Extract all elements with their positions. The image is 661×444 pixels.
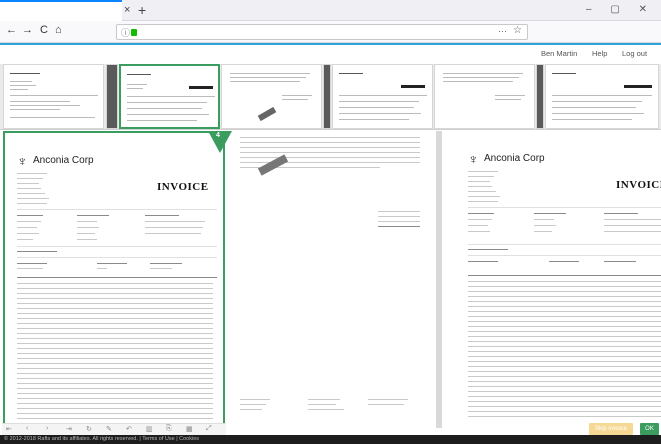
company-name: Anconia Corp <box>484 153 545 164</box>
page-gutter <box>436 131 442 428</box>
browser-nav-bar: ← → C ⌂ ⓘ ··· ☆ <box>0 21 661 43</box>
user-name[interactable]: Ben Martin <box>541 49 577 58</box>
close-tab-icon[interactable]: × <box>124 4 130 16</box>
skip-invoice-button[interactable]: Skip invoice <box>589 423 633 435</box>
invoice-page-continuation[interactable] <box>228 131 434 428</box>
edit-icon[interactable]: ✎ <box>106 425 112 433</box>
page-thumbnail[interactable] <box>332 64 433 129</box>
page-actions-icon[interactable]: ··· <box>498 26 507 36</box>
page-thumbnail[interactable] <box>545 64 659 129</box>
rotate-icon[interactable]: ↻ <box>86 425 92 433</box>
page-thumbnail-divider <box>323 64 331 129</box>
help-link[interactable]: Help <box>592 49 607 58</box>
page-number-badge <box>208 131 232 153</box>
expand-icon[interactable]: ⤢ <box>206 425 212 433</box>
copyright-text: © 2012-2018 Rafts and its affiliates. Al… <box>4 436 200 442</box>
home-icon[interactable]: ⌂ <box>55 24 62 36</box>
undo-icon[interactable]: ↶ <box>126 425 132 433</box>
forward-icon[interactable]: → <box>22 24 33 36</box>
last-page-icon[interactable]: ⇥ <box>66 425 72 433</box>
info-icon[interactable]: ⓘ <box>121 26 130 39</box>
prev-page-icon[interactable]: ‹ <box>26 425 28 432</box>
page-thumbnail[interactable] <box>3 64 104 129</box>
grid-icon[interactable]: ▦ <box>186 425 193 433</box>
page-number: 4 <box>216 132 220 139</box>
window-controls[interactable]: – ▢ ✕ <box>586 4 655 15</box>
url-bar[interactable]: ⓘ ··· ☆ <box>116 24 528 40</box>
first-page-icon[interactable]: ⇤ <box>6 425 12 433</box>
page-thumbnail[interactable] <box>221 64 322 129</box>
footer: © 2012-2018 Rafts and its affiliates. Al… <box>0 435 661 444</box>
browser-tab[interactable] <box>0 0 122 21</box>
anconia-logo-icon: ♆ <box>17 153 28 169</box>
page-thumbnail-selected[interactable] <box>119 64 220 129</box>
company-name: Anconia Corp <box>33 155 94 166</box>
invoice-title: INVOICE <box>616 179 661 191</box>
invoice-title: INVOICE <box>157 181 209 193</box>
viewer-toolbar: ⇤ ‹ › ⇥ ↻ ✎ ↶ ▥ ⎘ ▦ ⤢ <box>2 423 226 435</box>
invoice-page[interactable]: ♆ Anconia Corp INVOICE <box>444 131 661 428</box>
split-icon[interactable]: ⎘ <box>166 425 172 433</box>
reload-icon[interactable]: C <box>40 24 48 36</box>
back-icon[interactable]: ← <box>6 24 17 36</box>
lock-icon <box>131 29 137 36</box>
new-tab-icon[interactable]: + <box>138 2 146 18</box>
delete-icon[interactable]: ▥ <box>146 425 153 433</box>
page-thumbnail-divider <box>536 64 544 129</box>
document-viewer: ♆ Anconia Corp INVOICE ♆ Anconia Corp IN… <box>0 131 661 428</box>
invoice-page-selected[interactable]: ♆ Anconia Corp INVOICE <box>3 131 225 428</box>
logout-link[interactable]: Log out <box>622 49 647 58</box>
browser-tab-bar: × + – ▢ ✕ <box>0 0 661 21</box>
app-header: Ben Martin Help Log out <box>0 45 661 63</box>
next-page-icon[interactable]: › <box>46 425 48 432</box>
page-thumbnail-divider <box>106 64 118 129</box>
anconia-logo-icon: ♆ <box>468 151 479 167</box>
page-thumbnail[interactable] <box>434 64 535 129</box>
bookmark-star-icon[interactable]: ☆ <box>513 25 522 36</box>
ok-button[interactable]: OK <box>640 423 659 435</box>
page-thumbnails <box>0 64 661 130</box>
